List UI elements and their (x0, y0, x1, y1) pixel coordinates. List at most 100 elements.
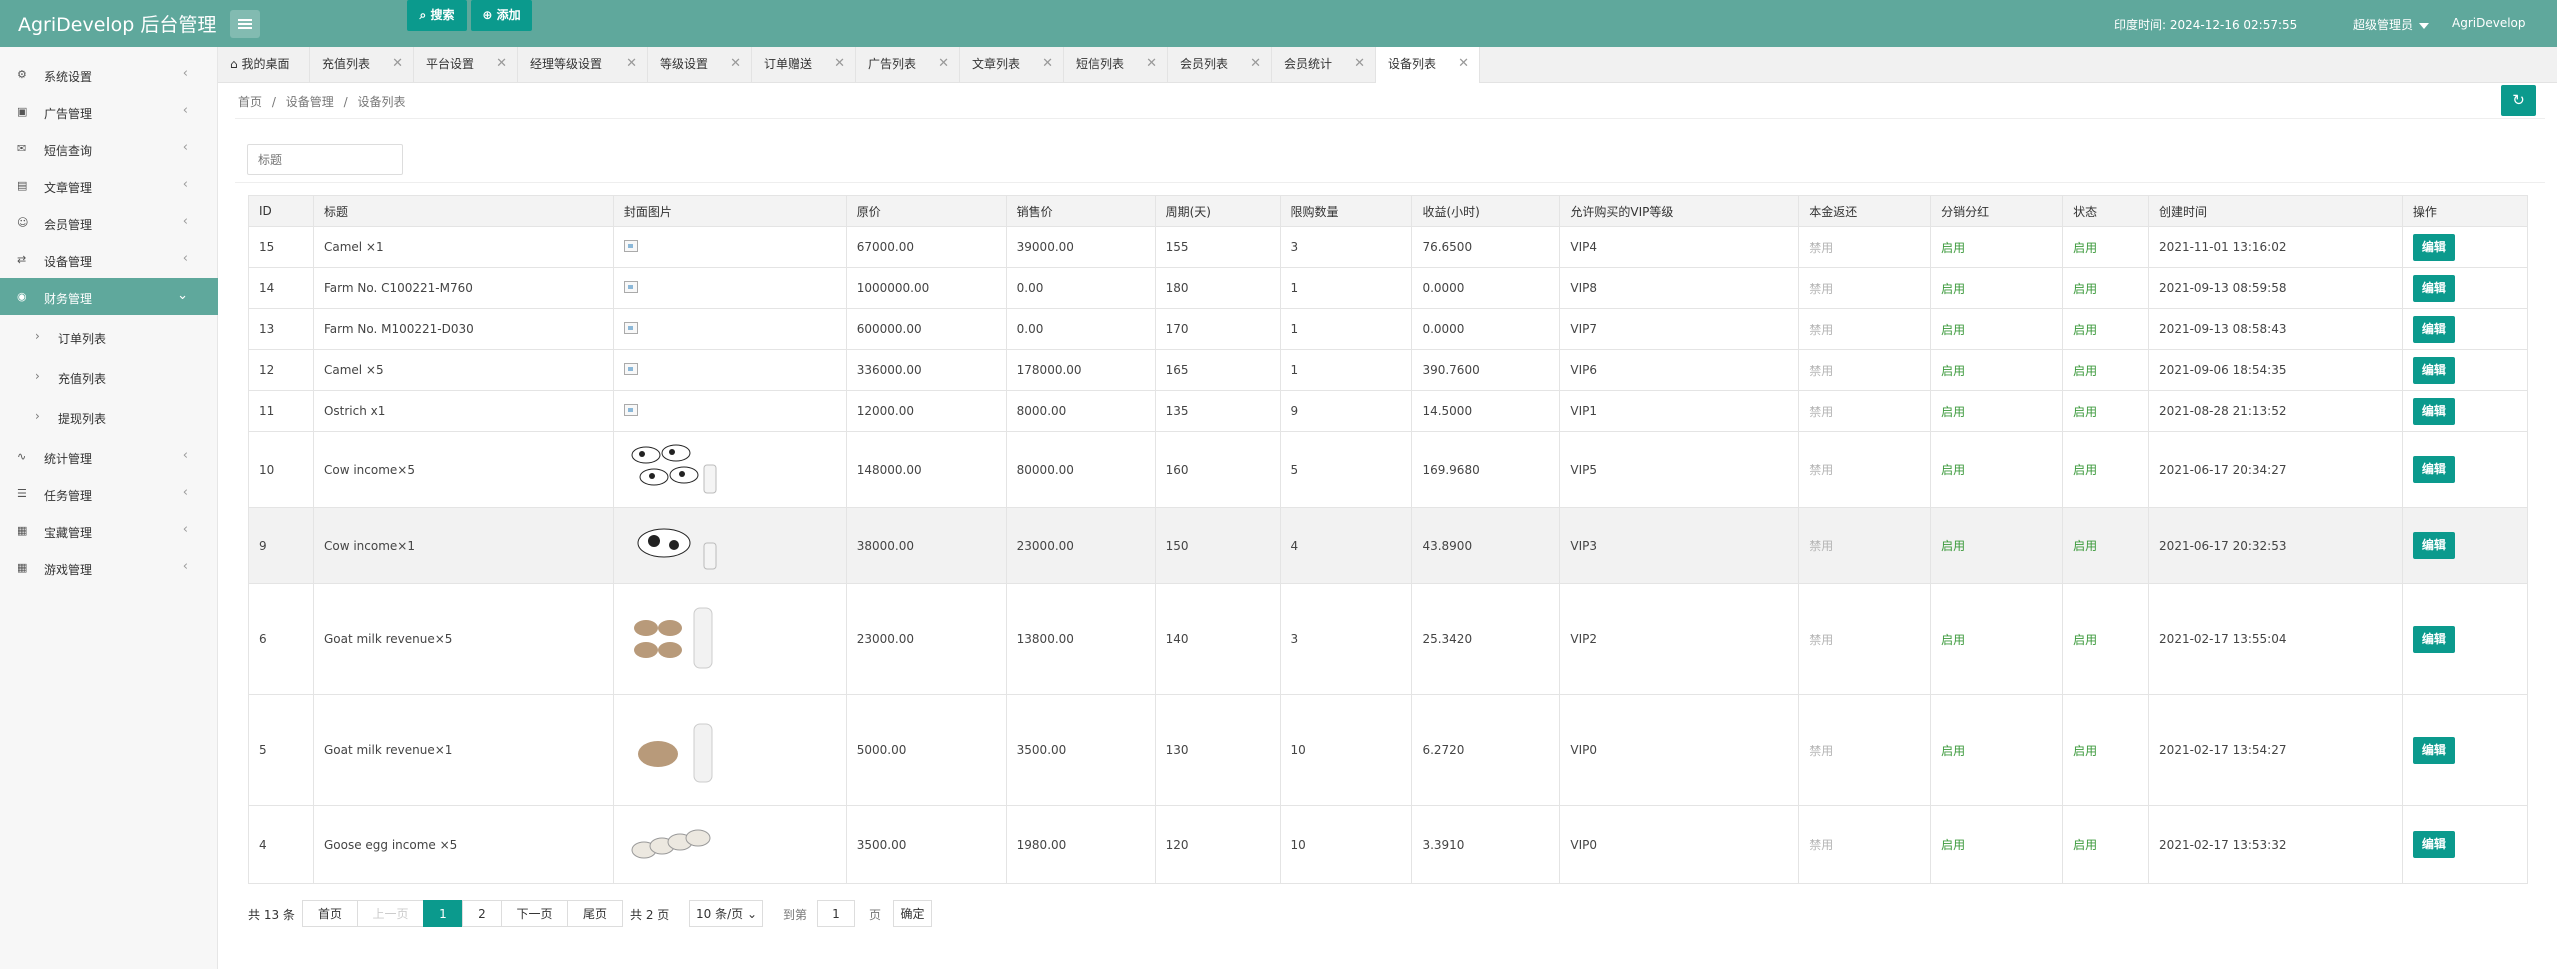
edit-button[interactable]: 编辑 (2412, 736, 2455, 764)
cell-id: 6 (248, 583, 314, 695)
refresh-button[interactable]: ↻ (2501, 85, 2536, 116)
edit-button[interactable]: 编辑 (2412, 625, 2455, 653)
column-header: 原价 (845, 195, 1007, 227)
close-icon[interactable]: ✕ (834, 47, 845, 81)
close-icon[interactable]: ✕ (626, 47, 637, 81)
tab-ads[interactable]: 广告列表 ✕ (856, 47, 960, 82)
search-input[interactable] (247, 144, 403, 175)
sidebar-item-system[interactable]: ⚙ 系统设置 ‹ (0, 56, 218, 93)
close-icon[interactable]: ✕ (1042, 47, 1053, 81)
next-page-button[interactable]: 下一页 (501, 900, 568, 927)
edit-button[interactable]: 编辑 (2412, 397, 2455, 425)
sidebar-subitem-withdraw[interactable]: › 提现列表 (0, 398, 218, 436)
tab-level[interactable]: 等级设置 ✕ (648, 47, 752, 82)
game-icon: ▦ (17, 561, 28, 574)
sidebar-item-articles[interactable]: ▤ 文章管理 ‹ (0, 167, 218, 204)
tab-articles[interactable]: 文章列表 ✕ (960, 47, 1064, 82)
page-2-button[interactable]: 2 (462, 900, 502, 927)
close-icon[interactable]: ✕ (1458, 47, 1469, 81)
tab-members[interactable]: 会员列表 ✕ (1168, 47, 1272, 82)
edit-button[interactable]: 编辑 (2412, 456, 2455, 483)
total-count: 共 13 条 (248, 908, 295, 922)
cell-text: 0.00 (1016, 322, 1044, 336)
breadcrumb-devices[interactable]: 设备管理 (286, 95, 334, 109)
edit-button[interactable]: 编辑 (2412, 233, 2455, 261)
cell-limit: 10 (1279, 694, 1413, 806)
search-icon: ⌕ (419, 8, 427, 22)
column-header: 操作 (2401, 195, 2529, 227)
chevron-down-icon (2419, 22, 2430, 29)
page-1-button[interactable]: 1 (423, 900, 463, 927)
last-page-button[interactable]: 尾页 (567, 900, 623, 927)
goto-confirm-button[interactable]: 确定 (893, 900, 932, 927)
tab-manager-level[interactable]: 经理等级设置 ✕ (518, 47, 648, 82)
cell-text: 169.9680 (1422, 462, 1480, 477)
edit-button[interactable]: 编辑 (2412, 532, 2455, 559)
cell-text: 5 (1290, 462, 1299, 477)
sidebar-item-finance[interactable]: ◉ 财务管理 ⌄ (0, 278, 218, 315)
cell-title: Camel ×1 (312, 226, 614, 268)
cell-price: 5000.00 (845, 694, 1007, 806)
edit-button[interactable]: 编辑 (2412, 315, 2455, 343)
tab-platform[interactable]: 平台设置 ✕ (414, 47, 518, 82)
close-icon[interactable]: ✕ (496, 47, 507, 81)
cell-text: 6 (259, 632, 267, 646)
cell-id: 11 (248, 390, 314, 432)
close-icon[interactable]: ✕ (938, 47, 949, 81)
table-header-row: ID 标题 封面图片 原价 销售价 周期(天) 限购数量 收益(小时) 允许购买… (248, 195, 2529, 227)
first-page-button[interactable]: 首页 (302, 900, 358, 927)
edit-button[interactable]: 编辑 (2412, 831, 2455, 858)
sidebar-subitem-orders[interactable]: › 订单列表 (0, 318, 218, 356)
tab-member-stats[interactable]: 会员统计 ✕ (1272, 47, 1376, 82)
home-icon: ⌂ (230, 57, 238, 71)
breadcrumb-home[interactable]: 首页 (238, 95, 262, 109)
cell-text: 25.3420 (1422, 632, 1473, 646)
close-icon[interactable]: ✕ (1354, 47, 1365, 81)
cell-op: 编辑 (2401, 267, 2529, 309)
tab-home[interactable]: ⌂ 我的桌面 (218, 47, 310, 82)
edit-button[interactable]: 编辑 (2412, 356, 2455, 384)
tab-sms[interactable]: 短信列表 ✕ (1064, 47, 1168, 82)
prev-page-button[interactable]: 上一页 (357, 900, 424, 927)
tab-order-gift[interactable]: 订单赠送 ✕ (752, 47, 856, 82)
cell-text: 150 (1165, 538, 1189, 553)
close-icon[interactable]: ✕ (1250, 47, 1261, 81)
sidebar-item-devices[interactable]: ⇄ 设备管理 ‹ (0, 241, 218, 278)
cell-id: 10 (248, 431, 314, 508)
cell-text: 2021-09-13 08:58:43 (2159, 322, 2287, 336)
cell-status: 启用 (2062, 308, 2150, 350)
role-dropdown[interactable]: 超级管理员 (2353, 16, 2430, 33)
sidebar-item-label: 文章管理 (44, 181, 93, 195)
cell-dist: 启用 (1930, 349, 2064, 391)
add-button[interactable]: ⊕ 添加 (471, 0, 532, 31)
close-icon[interactable]: ✕ (1146, 47, 1157, 81)
page-size-select[interactable]: 10 条/页 ⌄ (689, 900, 763, 927)
top-bar: AgriDevelop 后台管理 印度时间: 2024-12-16 02:57:… (0, 0, 2557, 47)
chevron-left-icon: ‹ (182, 251, 188, 266)
edit-button[interactable]: 编辑 (2412, 274, 2455, 302)
close-icon[interactable]: ✕ (392, 47, 403, 81)
sidebar-item-sms[interactable]: ✉ 短信查询 ‹ (0, 130, 218, 167)
cell-text: 2021-02-17 13:54:27 (2159, 743, 2287, 757)
chart-icon: ∿ (17, 450, 27, 463)
cell-text: 38000.00 (856, 538, 914, 553)
sidebar-item-games[interactable]: ▦ 游戏管理 ‹ (0, 549, 218, 586)
sidebar-item-members[interactable]: ☺ 会员管理 ‹ (0, 204, 218, 241)
username[interactable]: AgriDevelop (2452, 16, 2526, 30)
sidebar-item-treasure[interactable]: ▦ 宝藏管理 ‹ (0, 512, 218, 549)
sidebar-item-ads[interactable]: ▣ 广告管理 ‹ (0, 93, 218, 130)
cell-text: 5000.00 (856, 743, 907, 757)
tab-label: 会员列表 (1180, 57, 1229, 71)
cell-text: 390.7600 (1422, 363, 1480, 377)
sidebar-item-stats[interactable]: ∿ 统计管理 ‹ (0, 438, 218, 475)
menu-toggle-button[interactable] (230, 10, 260, 38)
sidebar-subitem-recharge[interactable]: › 充值列表 (0, 358, 218, 396)
tab-devices[interactable]: 设备列表 ✕ (1376, 47, 1480, 83)
sidebar-item-tasks[interactable]: ☰ 任务管理 ‹ (0, 475, 218, 512)
goto-page-input[interactable]: 1 (817, 900, 855, 927)
search-button[interactable]: ⌕ 搜索 (407, 0, 467, 31)
close-icon[interactable]: ✕ (730, 47, 741, 81)
plus-circle-icon: ⊕ (482, 8, 493, 22)
tab-recharge[interactable]: 充值列表 ✕ (310, 47, 414, 82)
cell-img (612, 390, 847, 432)
